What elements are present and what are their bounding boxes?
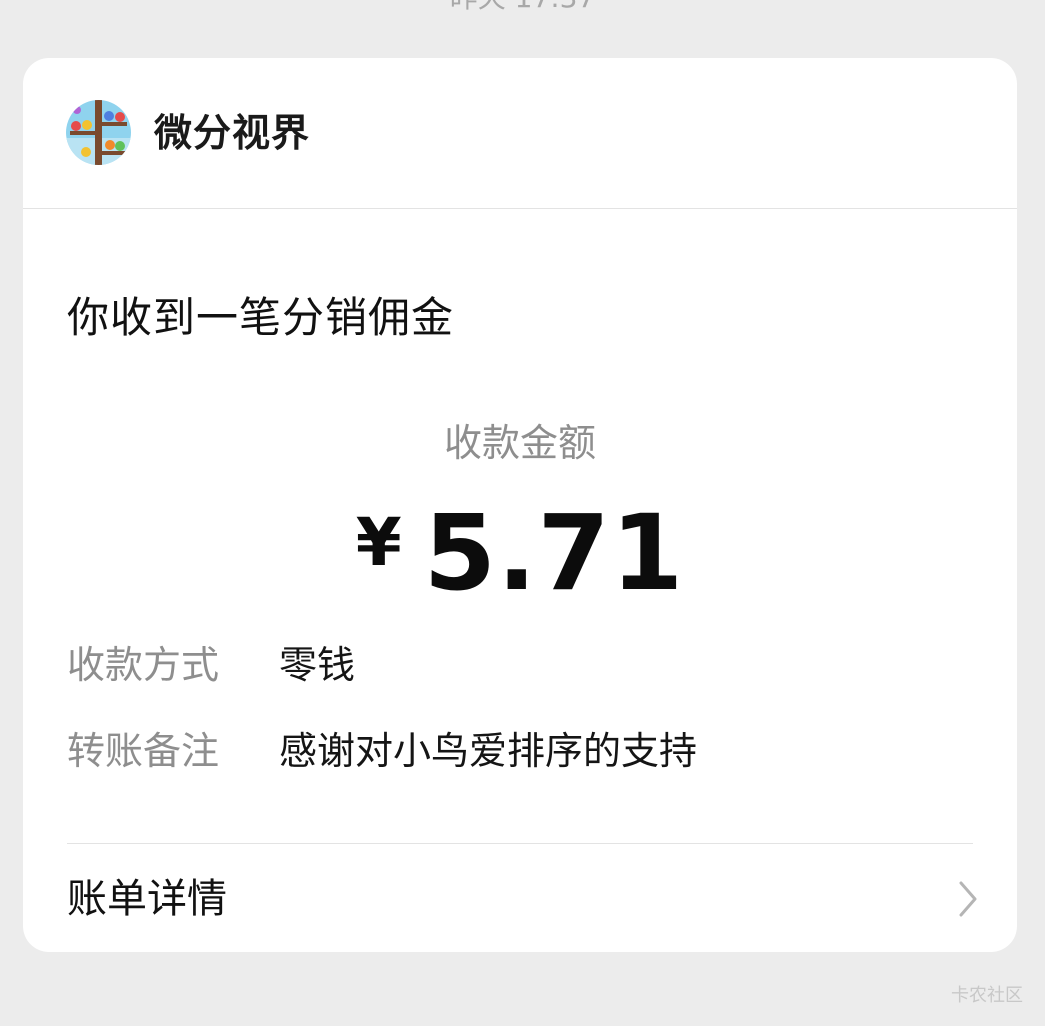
currency-symbol: ¥: [355, 504, 402, 581]
payment-method-value: 零钱: [279, 643, 356, 687]
sender-avatar[interactable]: [66, 100, 131, 165]
payment-method-row: 收款方式 零钱: [67, 640, 355, 690]
notification-title: 你收到一笔分销佣金: [67, 293, 455, 342]
amount-label: 收款金额: [443, 421, 596, 465]
message-timestamp: 昨天 17:37: [0, 0, 1045, 12]
watermark: 卡农社区: [951, 985, 1023, 1006]
payment-method-label: 收款方式: [67, 643, 220, 687]
transfer-note-label: 转账备注: [67, 729, 220, 773]
amount-value: 5.71: [423, 492, 685, 614]
amount-display: ¥5.71: [23, 498, 1017, 608]
transfer-note-value: 感谢对小鸟爱排序的支持: [279, 729, 698, 773]
transfer-note-row: 转账备注 感谢对小鸟爱排序的支持: [67, 726, 697, 776]
sender-name[interactable]: 微分视界: [154, 108, 310, 158]
bird-sort-game-avatar-icon: [66, 100, 131, 165]
payment-notification-card: 微分视界 你收到一笔分销佣金 收款金额 ¥5.71 收款方式 零钱 转账备注 感谢对…: [23, 58, 1017, 952]
bill-details-button[interactable]: 账单详情: [23, 844, 1017, 952]
bill-details-label: 账单详情: [67, 876, 227, 922]
card-header[interactable]: 微分视界: [23, 58, 1017, 209]
chevron-right-icon: [959, 881, 977, 917]
